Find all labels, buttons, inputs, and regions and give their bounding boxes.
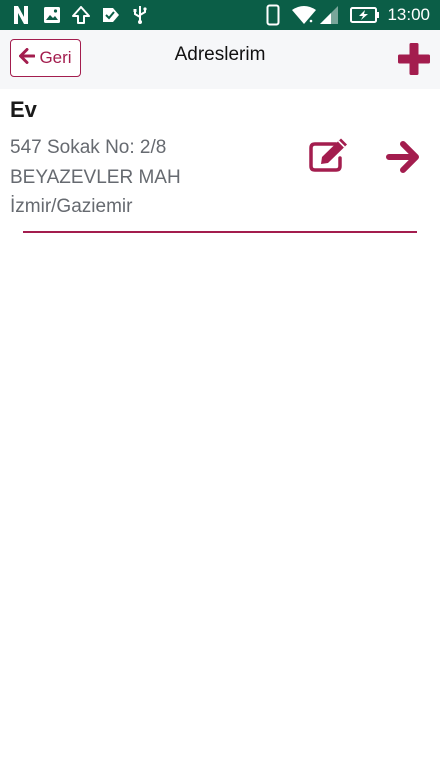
add-address-button[interactable] bbox=[397, 42, 431, 76]
clock: 13:00 bbox=[387, 5, 430, 24]
battery-charging-icon bbox=[350, 4, 380, 26]
signal-icon bbox=[318, 4, 342, 26]
plus-icon bbox=[397, 43, 431, 80]
n-app-icon bbox=[12, 4, 30, 26]
arrow-right-icon bbox=[385, 141, 421, 179]
page-title: Adreslerim bbox=[174, 44, 266, 65]
status-bar: 13:00 bbox=[0, 0, 440, 30]
app-header: Geri Adreslerim bbox=[0, 30, 440, 89]
select-address-button[interactable] bbox=[385, 139, 421, 175]
back-button-label: Geri bbox=[39, 48, 72, 67]
address-line-2: BEYAZEVLER MAH bbox=[10, 167, 181, 188]
address-line-1: 547 Sokak No: 2/8 bbox=[10, 137, 167, 158]
usb-icon bbox=[132, 4, 148, 26]
arrow-left-icon bbox=[19, 47, 36, 69]
divider bbox=[23, 231, 417, 233]
address-list-item: Ev 547 Sokak No: 2/8 BEYAZEVLER MAH İzmi… bbox=[0, 89, 440, 234]
image-icon bbox=[43, 4, 61, 26]
wifi-icon bbox=[291, 4, 317, 26]
edit-address-button[interactable] bbox=[308, 137, 352, 173]
phone-icon bbox=[266, 4, 280, 26]
edit-icon bbox=[308, 138, 352, 177]
check-app-icon bbox=[102, 4, 120, 26]
address-line-3: İzmir/Gaziemir bbox=[10, 196, 133, 217]
address-name: Ev bbox=[10, 97, 37, 122]
upload-icon bbox=[72, 4, 90, 26]
back-button[interactable]: Geri bbox=[10, 39, 81, 77]
